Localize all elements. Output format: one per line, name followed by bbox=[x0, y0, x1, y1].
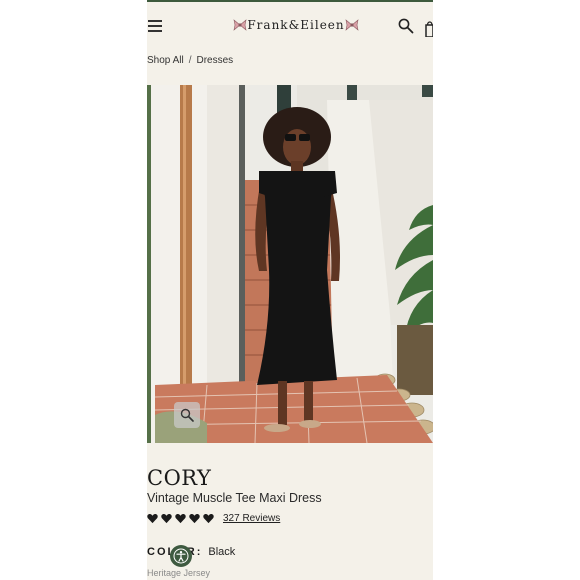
product-image[interactable] bbox=[147, 85, 433, 443]
color-value: Black bbox=[208, 546, 236, 558]
fabric-name: Heritage Jersey bbox=[147, 568, 211, 578]
breadcrumb-link-dresses[interactable]: Dresses bbox=[196, 55, 233, 66]
bow-right-icon bbox=[345, 19, 359, 31]
breadcrumb: Shop All / Dresses bbox=[147, 55, 233, 66]
reviews-link[interactable]: 327 Reviews bbox=[223, 513, 280, 524]
heart-icon bbox=[189, 513, 200, 523]
search-icon[interactable] bbox=[398, 18, 414, 34]
breadcrumb-link-shop-all[interactable]: Shop All bbox=[147, 55, 184, 66]
heart-icon bbox=[175, 513, 186, 523]
magnifier-icon bbox=[180, 408, 194, 422]
bow-left-icon bbox=[233, 19, 247, 31]
site-header: Frank&Eileen bbox=[147, 2, 433, 48]
heart-icon bbox=[203, 513, 214, 523]
heart-icon bbox=[161, 513, 172, 523]
product-title: CORY bbox=[147, 466, 212, 490]
rating-hearts bbox=[147, 513, 214, 524]
hamburger-icon[interactable] bbox=[148, 20, 162, 32]
shopping-bag-icon[interactable] bbox=[424, 19, 433, 37]
product-subtitle: Vintage Muscle Tee Maxi Dress bbox=[147, 491, 322, 505]
accessibility-icon bbox=[173, 548, 189, 564]
brand-name: Frank&Eileen bbox=[247, 18, 345, 32]
product-photo bbox=[147, 85, 433, 443]
brand-logo[interactable]: Frank&Eileen bbox=[233, 16, 359, 34]
rating-row: 327 Reviews bbox=[147, 510, 280, 526]
heart-icon bbox=[147, 513, 158, 523]
breadcrumb-separator: / bbox=[188, 55, 192, 66]
image-zoom-button[interactable] bbox=[174, 402, 200, 428]
accessibility-button[interactable] bbox=[170, 545, 192, 567]
mobile-page: Frank&Eileen Shop All / Dresses CORY Vin… bbox=[147, 0, 433, 580]
